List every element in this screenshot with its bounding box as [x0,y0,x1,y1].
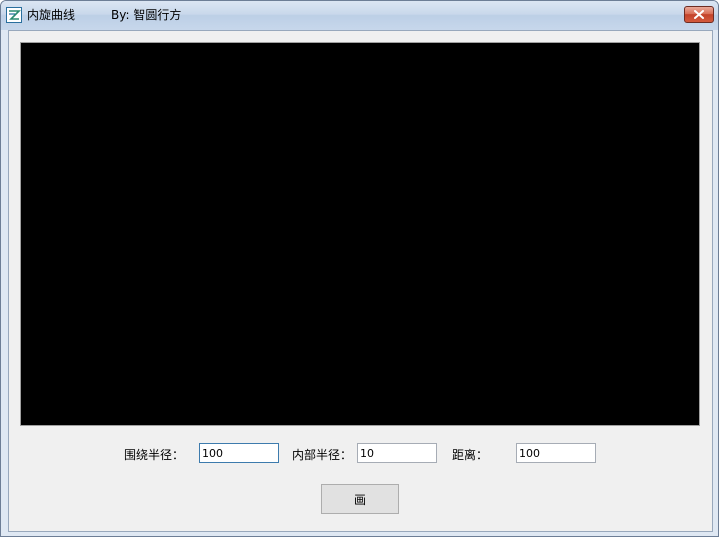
draw-button[interactable]: 画 [321,484,399,514]
close-icon [694,10,704,19]
distance-input[interactable] [516,443,596,463]
title-bar[interactable]: 内旋曲线 By: 智圆行方 [1,1,718,30]
inner-radius-input[interactable] [357,443,437,463]
outer-radius-input[interactable] [199,443,279,463]
client-area: 围绕半径： 内部半径： 距离： 画 [8,30,713,532]
inner-radius-label: 内部半径： [292,448,353,462]
author-label: By: 智圆行方 [111,8,182,22]
app-icon[interactable] [6,7,22,23]
distance-label: 距离： [452,448,489,462]
outer-radius-label: 围绕半径： [124,448,185,462]
window-title: 内旋曲线 [27,8,76,22]
drawing-canvas[interactable] [20,42,700,426]
app-window: 内旋曲线 By: 智圆行方 围绕半径： 内部半径： 距离： 画 [0,0,719,537]
close-button[interactable] [684,6,714,23]
